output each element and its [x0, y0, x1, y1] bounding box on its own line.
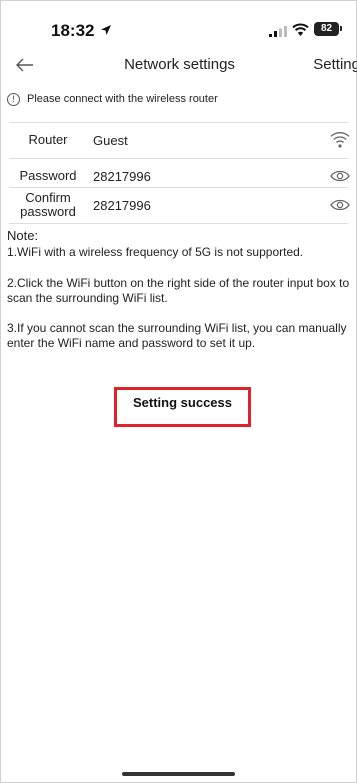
eye-icon[interactable] [330, 167, 350, 185]
success-message: Setting success [133, 395, 232, 410]
confirm-password-label: Confirm password [17, 191, 79, 219]
page-title: Network settings [124, 56, 235, 73]
info-icon: ! [7, 93, 20, 106]
cellular-signal-icon [269, 26, 287, 37]
success-highlight: Setting success [114, 387, 251, 427]
status-time: 18:32 [51, 21, 95, 40]
wifi-scan-icon[interactable] [330, 131, 350, 149]
setting-button[interactable]: Setting [313, 56, 357, 73]
note-item: 2.Click the WiFi button on the right sid… [7, 276, 350, 305]
confirm-password-input[interactable]: 28217996 [93, 198, 151, 213]
location-arrow-icon [101, 25, 111, 35]
note-item: 3.If you cannot scan the surrounding WiF… [7, 321, 347, 350]
divider [9, 223, 348, 224]
confirm-label-line2: password [20, 204, 76, 219]
note-item: 1.WiFi with a wireless frequency of 5G i… [7, 245, 304, 259]
router-label: Router [28, 132, 68, 147]
eye-icon[interactable] [330, 196, 350, 214]
confirm-password-row: Confirm password 28217996 [1, 187, 357, 223]
status-bar: 18:32 82 [1, 1, 357, 53]
phone-screen: 18:32 82 Network settings Setting ! Plea… [0, 0, 357, 783]
confirm-label-line1: Confirm [25, 190, 71, 205]
router-row: Router Guest [1, 122, 357, 158]
password-input[interactable]: 28217996 [93, 169, 151, 184]
battery-icon: 82 [314, 22, 339, 36]
wifi-icon [292, 23, 309, 36]
note-title: Note: [7, 228, 39, 243]
notice-text: Please connect with the wireless router [27, 93, 218, 105]
battery-cap [340, 26, 342, 31]
router-input[interactable]: Guest [93, 133, 128, 148]
password-label: Password [19, 168, 77, 183]
home-indicator[interactable] [122, 772, 235, 776]
